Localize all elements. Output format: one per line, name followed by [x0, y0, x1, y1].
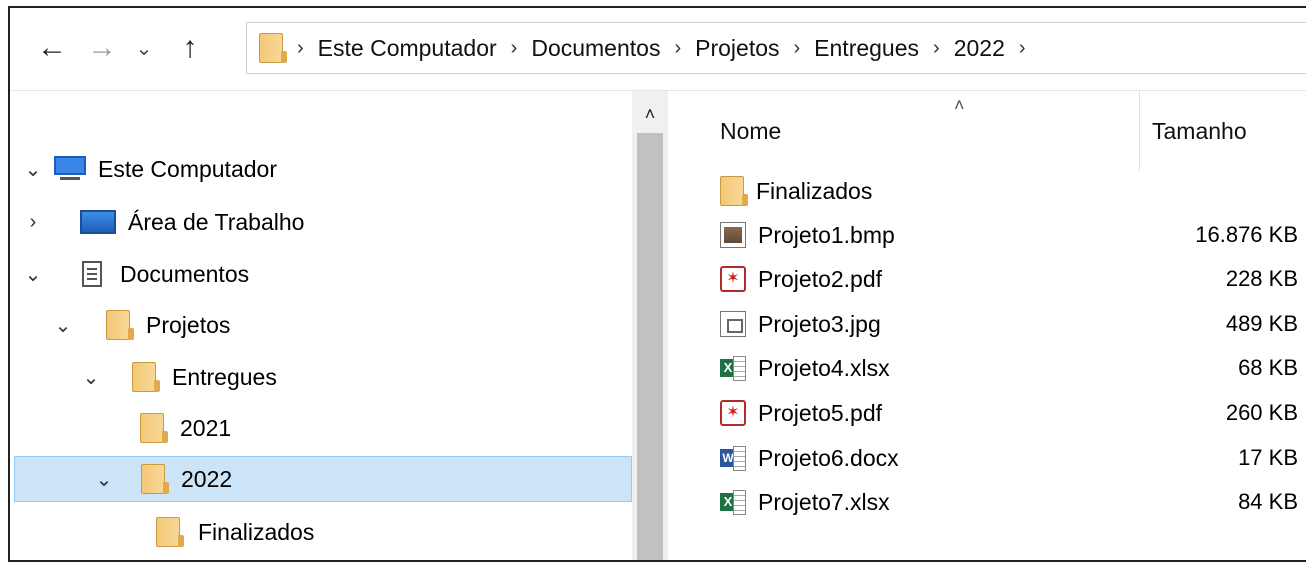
- toolbar: ← → ⌄ ↑ › Este Computador › Documentos ›…: [10, 8, 1306, 90]
- breadcrumb-item[interactable]: Projetos: [695, 35, 779, 62]
- folder-icon: [259, 33, 287, 63]
- breadcrumb-separator-icon[interactable]: ›: [297, 37, 304, 60]
- column-header-label: Tamanho: [1152, 117, 1247, 144]
- pdf-file-icon: ✶: [720, 266, 746, 292]
- chevron-down-icon[interactable]: ⌄: [93, 467, 115, 492]
- file-row[interactable]: Finalizados: [720, 171, 1298, 211]
- tree-item-label: Área de Trabalho: [128, 208, 305, 235]
- chevron-down-icon[interactable]: ⌄: [52, 313, 74, 338]
- jpg-file-icon: [720, 311, 746, 337]
- tree-item-label: Este Computador: [98, 155, 277, 182]
- tree-item-2022[interactable]: ⌄ 2022: [14, 456, 632, 502]
- file-name: Projeto3.jpg: [758, 310, 881, 337]
- word-file-icon: [720, 445, 746, 471]
- breadcrumb-item[interactable]: Entregues: [814, 35, 919, 62]
- file-name: Projeto1.bmp: [758, 221, 895, 248]
- scroll-up-button[interactable]: ˄: [632, 99, 668, 129]
- breadcrumb-item[interactable]: Este Computador: [318, 35, 497, 62]
- file-row[interactable]: ✶ Projeto5.pdf 260 KB: [720, 393, 1298, 433]
- folder-icon: [156, 517, 184, 547]
- file-name: Projeto2.pdf: [758, 265, 883, 292]
- file-size: 84 KB: [1238, 489, 1298, 514]
- folder-icon: [132, 362, 160, 392]
- back-button[interactable]: ←: [30, 26, 74, 70]
- file-row[interactable]: ✶ Projeto2.pdf 228 KB: [720, 259, 1298, 299]
- document-icon: [82, 261, 102, 287]
- breadcrumb-separator-icon[interactable]: ›: [1019, 37, 1026, 60]
- chevron-right-icon[interactable]: ›: [22, 211, 44, 234]
- chevron-down-icon: ⌄: [135, 37, 153, 60]
- tree-item-label: Projetos: [146, 311, 231, 338]
- breadcrumb-separator-icon[interactable]: ›: [794, 37, 801, 60]
- file-row[interactable]: Projeto7.xlsx 84 KB: [720, 482, 1298, 522]
- tree-item-label: Documentos: [120, 260, 250, 287]
- tree-item-finalizados[interactable]: Finalizados: [10, 509, 630, 555]
- navigation-scrollbar[interactable]: ˄: [632, 91, 668, 560]
- file-name: Projeto5.pdf: [758, 399, 883, 426]
- chevron-up-icon: ˄: [644, 103, 656, 124]
- tree-item-label: Entregues: [172, 363, 277, 390]
- folder-icon: [106, 310, 134, 340]
- pdf-file-icon: ✶: [720, 400, 746, 426]
- bmp-file-icon: [720, 222, 746, 248]
- recent-locations-button[interactable]: ⌄: [126, 26, 162, 70]
- folder-icon: [720, 176, 748, 206]
- file-explorer-window: ← → ⌄ ↑ › Este Computador › Documentos ›…: [8, 6, 1306, 562]
- file-size: 260 KB: [1225, 400, 1298, 425]
- address-bar[interactable]: › Este Computador › Documentos › Projeto…: [246, 22, 1306, 74]
- file-row[interactable]: Projeto4.xlsx 68 KB: [720, 348, 1298, 388]
- tree-item-projetos[interactable]: ⌄ Projetos: [10, 302, 630, 348]
- tree-item-documentos[interactable]: ⌄ Documentos: [10, 251, 630, 297]
- file-row[interactable]: Projeto6.docx 17 KB: [720, 438, 1298, 478]
- arrow-up-icon: ↑: [182, 31, 198, 64]
- breadcrumb-separator-icon[interactable]: ›: [933, 37, 940, 60]
- arrow-right-icon: →: [87, 31, 117, 64]
- chevron-down-icon[interactable]: ⌄: [22, 157, 44, 182]
- chevron-down-icon[interactable]: ⌄: [22, 262, 44, 287]
- arrow-left-icon: ←: [37, 31, 67, 64]
- up-button[interactable]: ↑: [168, 26, 212, 70]
- chevron-down-icon[interactable]: ⌄: [80, 365, 102, 390]
- file-name: Projeto4.xlsx: [758, 354, 890, 381]
- tree-item-label: 2022: [181, 465, 233, 492]
- file-size: 489 KB: [1225, 311, 1298, 336]
- folder-icon: [140, 413, 168, 443]
- tree-item-2021[interactable]: 2021: [10, 405, 630, 451]
- file-name: Finalizados: [756, 177, 873, 204]
- forward-button[interactable]: →: [80, 26, 124, 70]
- tree-item-entregues[interactable]: ⌄ Entregues: [10, 354, 630, 400]
- breadcrumb-separator-icon[interactable]: ›: [511, 37, 518, 60]
- file-list: ˄ Nome Tamanho Finalizados Projeto1.bmp …: [672, 91, 1306, 560]
- file-row[interactable]: Projeto1.bmp 16.876 KB: [720, 215, 1298, 255]
- tree-item-area-de-trabalho[interactable]: › Área de Trabalho: [10, 199, 630, 245]
- breadcrumb-separator-icon[interactable]: ›: [674, 37, 681, 60]
- file-row[interactable]: Projeto3.jpg 489 KB: [720, 304, 1298, 344]
- desktop-icon: [80, 210, 116, 234]
- tree-item-este-computador[interactable]: ⌄ Este Computador: [10, 146, 630, 192]
- excel-file-icon: [720, 489, 746, 515]
- scroll-thumb[interactable]: [637, 133, 663, 560]
- file-size: 228 KB: [1225, 266, 1298, 291]
- file-name: Projeto6.docx: [758, 444, 899, 471]
- excel-file-icon: [720, 355, 746, 381]
- folder-icon: [141, 464, 169, 494]
- column-header-name[interactable]: Nome: [720, 91, 1130, 171]
- navigation-pane: ⌄ Este Computador › Área de Trabalho ⌄ D…: [10, 91, 670, 560]
- tree-item-label: Finalizados: [198, 518, 315, 545]
- file-size: 68 KB: [1238, 355, 1298, 380]
- breadcrumb-item[interactable]: Documentos: [531, 35, 660, 62]
- file-name: Projeto7.xlsx: [758, 488, 890, 515]
- breadcrumb-item[interactable]: 2022: [954, 35, 1005, 62]
- column-header-label: Nome: [720, 117, 782, 144]
- column-header-size[interactable]: Tamanho: [1139, 91, 1306, 171]
- computer-icon: [54, 156, 86, 182]
- tree-item-label: 2021: [180, 414, 232, 441]
- file-size: 16.876 KB: [1195, 222, 1298, 247]
- file-size: 17 KB: [1238, 445, 1298, 470]
